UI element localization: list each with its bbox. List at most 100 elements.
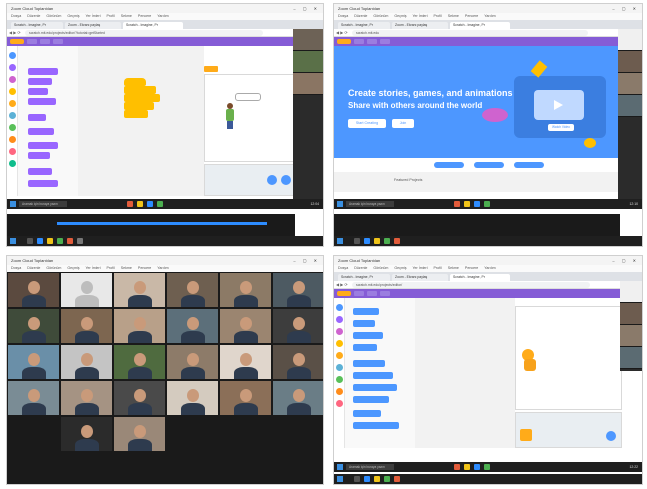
category-control-icon[interactable] (336, 352, 343, 359)
start-icon[interactable] (337, 476, 343, 482)
menu-item[interactable]: Yer İmleri (85, 266, 100, 270)
start-icon[interactable] (337, 238, 343, 244)
script-block[interactable] (124, 94, 160, 102)
file-menu[interactable] (367, 291, 377, 296)
sprite-thumbnail[interactable] (520, 429, 532, 441)
participant-video-tile[interactable] (114, 381, 165, 415)
menu-item[interactable]: Dosya (338, 14, 348, 18)
back-forward-icon[interactable]: ◀ ▶ ⟳ (336, 281, 348, 289)
palette-block[interactable] (28, 98, 56, 105)
taskbar-app-icon[interactable] (47, 238, 53, 244)
settings-menu[interactable] (27, 39, 37, 44)
palette-block[interactable] (28, 88, 48, 95)
menu-item[interactable]: Profil (434, 266, 442, 270)
code-area[interactable] (78, 46, 204, 196)
explore-menu[interactable] (367, 39, 377, 44)
participant-video-tile[interactable] (61, 273, 112, 307)
category-motion-icon[interactable] (336, 304, 343, 311)
browser-tab-active[interactable]: Scratch - Imagine, Pr (123, 22, 183, 29)
taskbar-app-icon[interactable] (354, 238, 360, 244)
menu-item[interactable]: Geçmiş (394, 266, 406, 270)
category-sensing-icon[interactable] (9, 112, 16, 119)
back-forward-icon[interactable]: ◀ ▶ ⟳ (9, 29, 21, 37)
browser-tab[interactable]: Zoom - Ekranı paylaş (392, 274, 448, 281)
menu-item[interactable]: Profil (434, 14, 442, 18)
category-extension-icon[interactable] (9, 160, 16, 167)
menu-item[interactable]: Sekme (448, 266, 459, 270)
taskbar-app-icon[interactable] (127, 201, 133, 207)
url-field[interactable]: scratch.mit.edu (352, 30, 588, 36)
taskbar-app-icon[interactable] (147, 201, 153, 207)
create-menu[interactable] (354, 39, 364, 44)
play-icon[interactable] (554, 100, 563, 110)
menu-item[interactable]: Görünüm (46, 266, 61, 270)
palette-block[interactable] (353, 360, 385, 367)
menu-item[interactable]: Düzenle (27, 266, 40, 270)
menu-item[interactable]: Yer İmleri (85, 14, 100, 18)
menu-item[interactable]: Düzenle (354, 266, 367, 270)
menu-item[interactable]: Yardım (157, 14, 168, 18)
category-looks-icon[interactable] (9, 64, 16, 71)
browser-tab-active[interactable]: Scratch - Imagine, Pr (450, 274, 510, 281)
taskbar-search[interactable]: Aramak için buraya yazın (346, 201, 394, 207)
start-icon[interactable] (10, 201, 16, 207)
category-control-icon[interactable] (9, 100, 16, 107)
menu-item[interactable]: Geçmiş (394, 14, 406, 18)
window-controls[interactable]: – ▢ ✕ (293, 4, 320, 13)
taskbar-app-icon[interactable] (464, 201, 470, 207)
category-myblocks-icon[interactable] (336, 400, 343, 407)
stage[interactable] (204, 74, 294, 162)
code-area[interactable] (415, 298, 515, 448)
participant-video-tile[interactable] (167, 309, 218, 343)
category-variables-icon[interactable] (336, 388, 343, 395)
taskbar-app-icon[interactable] (464, 464, 470, 470)
menu-item[interactable]: Görünüm (373, 266, 388, 270)
taskbar-app-icon[interactable] (394, 238, 400, 244)
category-motion-icon[interactable] (9, 52, 16, 59)
taskbar-app-icon[interactable] (27, 238, 33, 244)
taskbar-app-icon[interactable] (364, 238, 370, 244)
start-icon[interactable] (337, 201, 343, 207)
participant-video[interactable] (293, 51, 323, 73)
category-myblocks-icon[interactable] (9, 148, 16, 155)
participant-video[interactable] (620, 325, 642, 347)
add-backdrop-icon[interactable] (281, 175, 291, 185)
palette-block[interactable] (28, 142, 58, 149)
participant-video-tile[interactable] (220, 381, 271, 415)
participant-video[interactable] (620, 281, 642, 303)
taskbar-app-icon[interactable] (157, 201, 163, 207)
script-block[interactable] (124, 110, 148, 118)
menu-item[interactable]: Dosya (11, 266, 21, 270)
browser-tab[interactable]: Scratch - Imagine, Pr (11, 22, 63, 29)
palette-block[interactable] (353, 410, 381, 417)
category-sensing-icon[interactable] (336, 364, 343, 371)
palette-block[interactable] (353, 372, 393, 379)
script-block[interactable] (124, 102, 154, 110)
start-icon[interactable] (10, 238, 16, 244)
participant-video-tile[interactable] (167, 273, 218, 307)
url-field[interactable]: scratch.mit.edu/projects/editor/?tutoria… (25, 30, 263, 36)
window-controls[interactable]: – ▢ ✕ (612, 256, 639, 265)
participant-video-tile[interactable] (220, 345, 271, 379)
add-sprite-icon[interactable] (267, 175, 277, 185)
taskbar-app-icon[interactable] (454, 464, 460, 470)
taskbar-app-icon[interactable] (474, 201, 480, 207)
participant-video-tile[interactable] (114, 345, 165, 379)
participant-video-tile[interactable] (167, 381, 218, 415)
taskbar-app-icon[interactable] (354, 476, 360, 482)
menu-item[interactable]: Düzenle (27, 14, 40, 18)
taskbar-app-icon[interactable] (57, 238, 63, 244)
category-events-icon[interactable] (9, 88, 16, 95)
window-controls[interactable]: – ▢ ✕ (612, 4, 639, 13)
participant-video-tile[interactable] (61, 381, 112, 415)
participant-video[interactable] (618, 73, 642, 95)
scratch-logo[interactable] (337, 291, 351, 296)
menu-item[interactable]: Sekme (448, 14, 459, 18)
participant-video-tile[interactable] (61, 345, 112, 379)
menu-item[interactable]: Dosya (338, 266, 348, 270)
watch-video-button[interactable]: Watch Video (548, 124, 574, 131)
participant-video-tile[interactable] (273, 381, 323, 415)
back-forward-icon[interactable]: ◀ ▶ ⟳ (336, 29, 348, 37)
menu-item[interactable]: Yardım (484, 266, 495, 270)
scratch-logo[interactable] (10, 39, 24, 44)
